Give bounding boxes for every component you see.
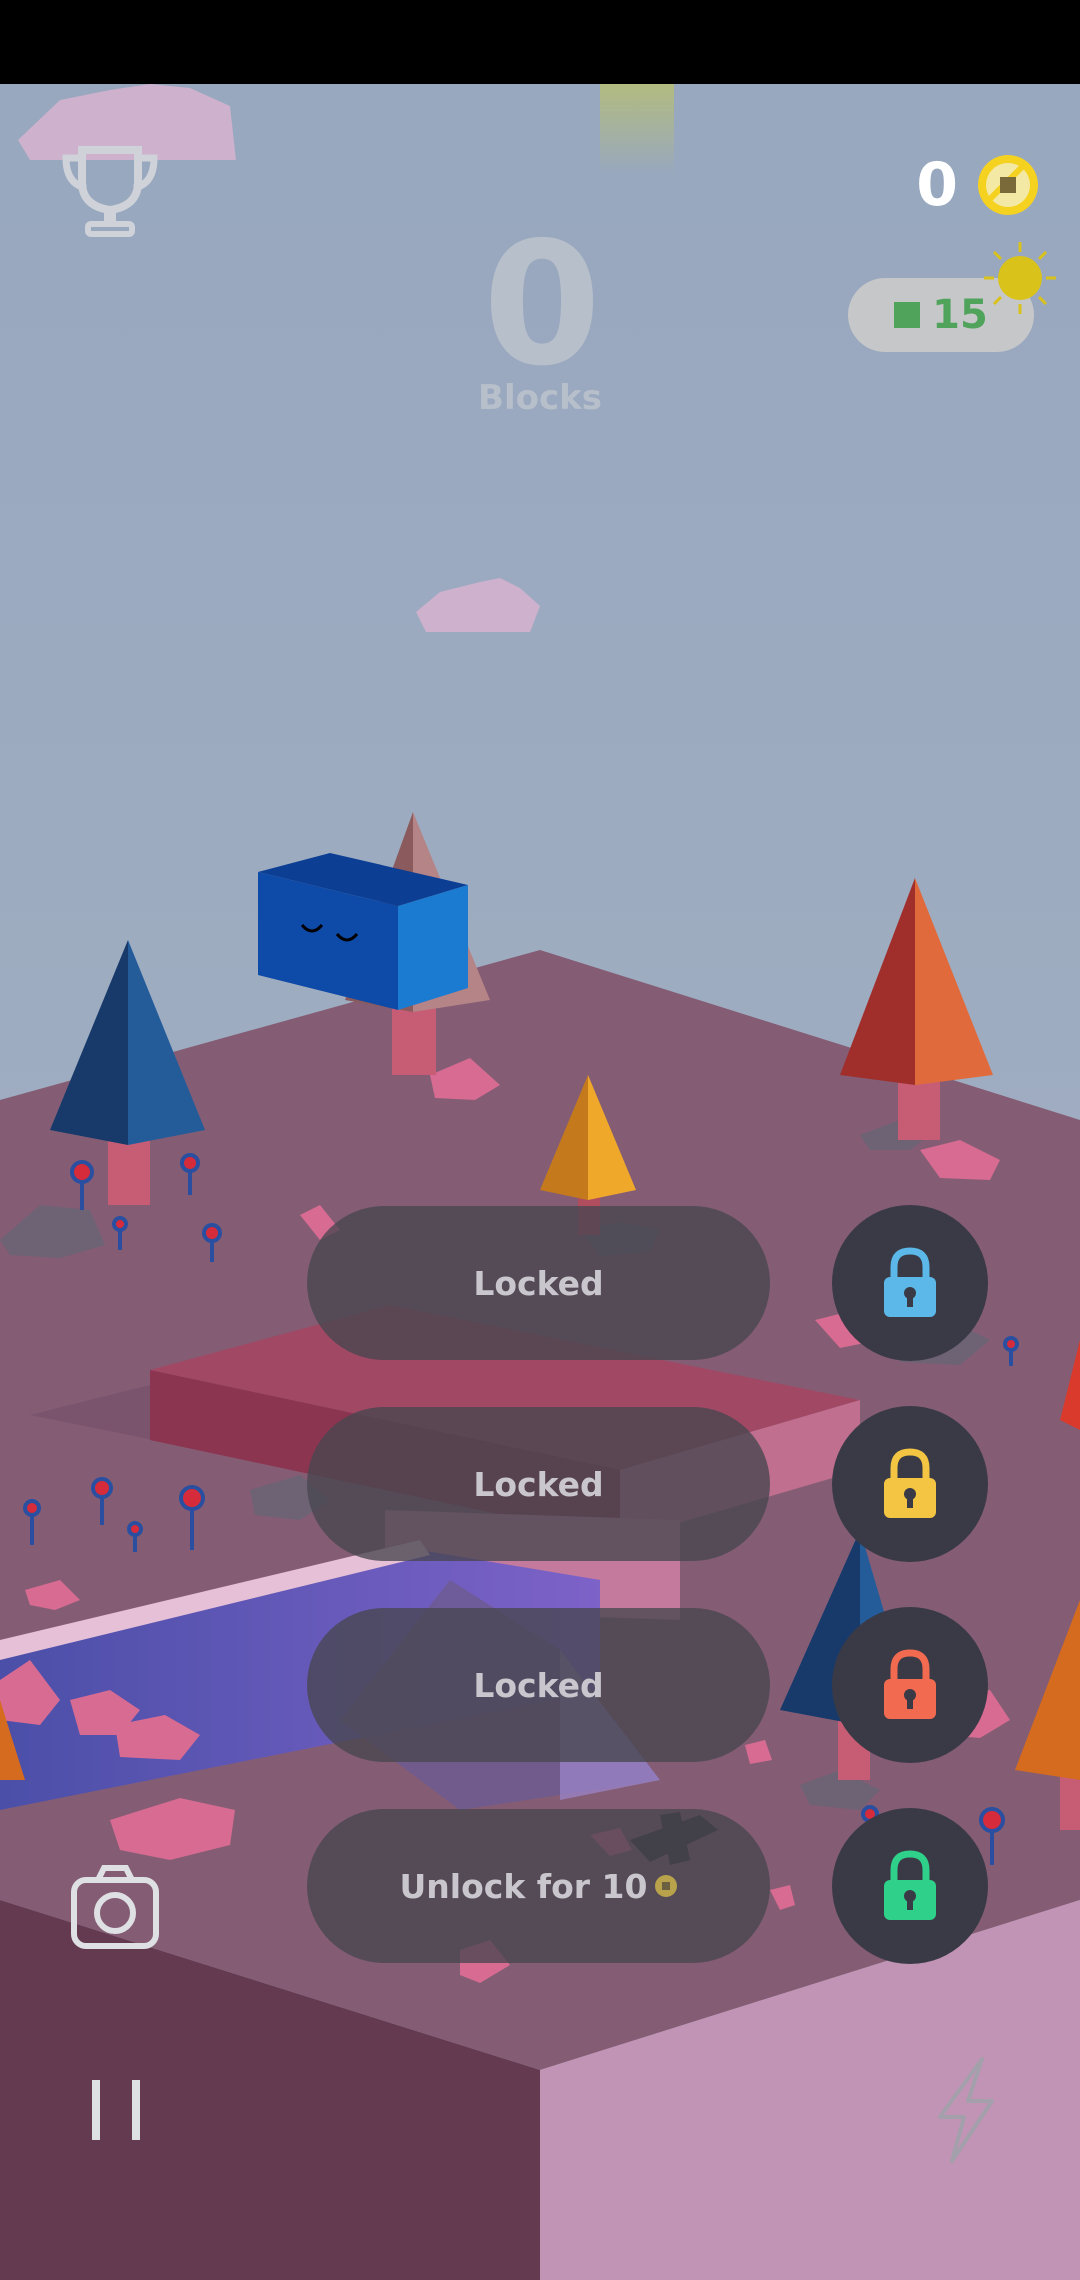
- lightning-icon[interactable]: [930, 2055, 1000, 2165]
- skin-option-3[interactable]: Locked: [307, 1608, 770, 1762]
- lock-icon: [884, 1850, 936, 1920]
- coin-counter: 0: [916, 150, 1040, 220]
- sun-icon: [984, 242, 1056, 314]
- skin-option-2[interactable]: Locked: [307, 1407, 770, 1561]
- lock-button-2[interactable]: [832, 1406, 988, 1562]
- camera-icon[interactable]: [70, 1862, 160, 1952]
- coin-icon: [978, 155, 1038, 215]
- score-label: Blocks: [478, 378, 602, 418]
- status-bar: [0, 0, 1080, 84]
- unlock-label: Unlock for 10: [399, 1866, 648, 1906]
- pause-icon[interactable]: [88, 2078, 144, 2142]
- unlock-button[interactable]: Unlock for 10: [307, 1809, 770, 1963]
- lock-icon: [884, 1649, 936, 1719]
- lock-button-1[interactable]: [832, 1205, 988, 1361]
- skin-option-1[interactable]: Locked: [307, 1206, 770, 1360]
- lock-button-4[interactable]: [832, 1808, 988, 1964]
- block-icon: [894, 302, 921, 328]
- coin-count: 0: [916, 150, 958, 220]
- skin-option-label: Locked: [473, 1665, 604, 1705]
- coin-icon: [655, 1875, 678, 1897]
- skin-option-label: Locked: [473, 1263, 604, 1303]
- lock-icon: [884, 1448, 936, 1518]
- skin-option-label: Locked: [473, 1464, 604, 1504]
- lock-icon: [884, 1247, 936, 1317]
- lock-button-3[interactable]: [832, 1607, 988, 1763]
